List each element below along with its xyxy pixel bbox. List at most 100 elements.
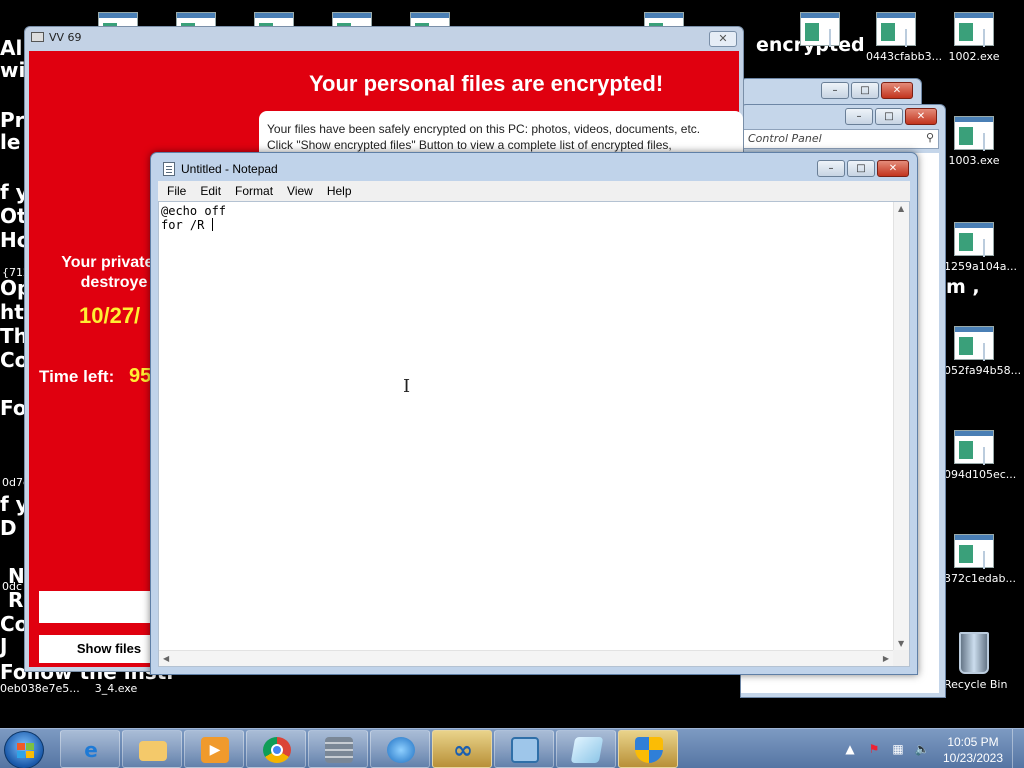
desktop-file-icon[interactable]: 0443cfabb3... (866, 12, 943, 63)
start-button[interactable] (4, 731, 44, 768)
volume-muted-icon[interactable]: 🔈 (914, 741, 930, 757)
bg-ransom-text: le (0, 130, 21, 154)
desktop-file-icon[interactable]: 3_4.exe (86, 682, 146, 695)
taskbar-control-panel[interactable] (494, 730, 554, 768)
menu-help[interactable]: Help (320, 181, 359, 201)
taskbar-chrome[interactable] (246, 730, 306, 768)
file-icon (954, 430, 994, 464)
desktop-file-icon[interactable] (790, 12, 850, 50)
window-app-icon (31, 32, 44, 42)
ransom-message-line: Your files have been safely encrypted on… (267, 122, 701, 136)
ransom-heading: Your personal files are encrypted! (309, 71, 664, 96)
menu-edit[interactable]: Edit (193, 181, 228, 201)
recycle-bin[interactable]: Recycle Bin (944, 632, 1007, 691)
close-button[interactable]: ✕ (905, 108, 937, 125)
internet-explorer-icon: e (84, 738, 98, 762)
window-controls: – □ ✕ (817, 160, 909, 177)
minimize-button[interactable]: – (817, 160, 845, 177)
window-controls: – □ ✕ (845, 108, 937, 125)
desktop-file-label: 1002.exe (948, 50, 1000, 63)
window-title: Untitled - Notepad (181, 162, 278, 176)
close-button[interactable]: ✕ (877, 160, 909, 177)
clock[interactable]: 10:05 PM 10/23/2023 (938, 734, 1008, 766)
ransom-input-field[interactable] (39, 591, 159, 623)
taskbar-windows-explorer[interactable] (122, 730, 182, 768)
desktop-file-label: 372c1edab... (944, 572, 1017, 585)
address-bar[interactable]: Control Panel ⚲ (741, 129, 939, 149)
maximize-button[interactable]: □ (847, 160, 875, 177)
bg-small-text: 0dc (2, 580, 23, 593)
notepad-window[interactable]: Untitled - Notepad – □ ✕ File Edit Forma… (150, 152, 918, 675)
time-left-label: Time left: (39, 367, 115, 386)
menu-file[interactable]: File (160, 181, 193, 201)
time-left-value: 95 (129, 365, 152, 387)
maximize-button[interactable]: □ (851, 82, 879, 99)
address-text: Control Panel (748, 132, 822, 145)
recycle-bin-icon (959, 632, 989, 674)
desktop-file-label: 052fa94b58... (944, 364, 1022, 377)
search-icon[interactable]: ⚲ (926, 131, 934, 144)
minimize-button[interactable]: – (821, 82, 849, 99)
clock-time: 10:05 PM (947, 735, 999, 749)
menu-view[interactable]: View (280, 181, 320, 201)
desktop-file-icon[interactable]: 372c1edab... (944, 534, 1017, 585)
file-icon (954, 326, 994, 360)
maximize-button[interactable]: □ (875, 108, 903, 125)
chevron-up-icon[interactable]: ▲ (842, 741, 858, 757)
desktop-file-icon[interactable]: 0eb038e7e5... (0, 682, 80, 695)
clock-date: 10/23/2023 (942, 751, 1004, 765)
scroll-up-icon[interactable]: ▲ (898, 204, 904, 213)
file-icon (800, 12, 840, 46)
desktop-file-icon[interactable]: 1003.exe (944, 116, 1004, 167)
menu-bar: File Edit Format View Help (158, 181, 910, 201)
control-panel-icon (511, 737, 539, 763)
notepad-icon (570, 737, 604, 763)
menu-format[interactable]: Format (228, 181, 280, 201)
bg-ransom-text: J (0, 634, 8, 658)
taskbar-network[interactable] (370, 730, 430, 768)
notepad-icon (163, 162, 175, 176)
editor-line: for /R (161, 218, 891, 232)
bg-ransom-text: m , (946, 276, 980, 298)
desktop-file-label: 0443cfabb3... (866, 50, 943, 63)
taskbar-notepad[interactable] (556, 730, 616, 768)
file-icon (954, 116, 994, 150)
desktop-file-icon[interactable]: 1002.exe (944, 12, 1004, 63)
taskbar-infinity-app[interactable]: ∞ (432, 730, 492, 768)
minimize-button[interactable]: – (845, 108, 873, 125)
taskbar-firewall[interactable] (308, 730, 368, 768)
taskbar-media-player[interactable]: ▶ (184, 730, 244, 768)
desktop-file-icon[interactable]: 1259a104a... (944, 222, 1017, 273)
scroll-left-icon[interactable]: ◀ (163, 654, 169, 663)
shield-icon (635, 737, 663, 763)
horizontal-scrollbar[interactable]: ◀ ▶ (159, 650, 893, 666)
firewall-icon (325, 737, 353, 763)
file-icon (954, 534, 994, 568)
desktop-file-icon[interactable]: 094d105ec... (944, 430, 1017, 481)
window-controls: – □ ✕ (821, 82, 913, 99)
resize-grip-icon[interactable] (893, 650, 909, 666)
network-icon[interactable]: ▦ (890, 741, 906, 757)
desktop-file-label: 094d105ec... (944, 468, 1017, 481)
file-icon (876, 12, 916, 46)
chrome-icon (263, 737, 291, 763)
file-icon (954, 12, 994, 46)
window-title: VV 69 (49, 31, 82, 44)
desktop-file-icon[interactable]: 052fa94b58... (944, 326, 1022, 377)
taskbar: e ▶ ∞ ▲ ⚑ ▦ 🔈 10:05 PM 10/23/2023 (0, 728, 1024, 768)
taskbar-security[interactable] (618, 730, 678, 768)
text-editor[interactable]: @echo off for /R I ▲ ▼ ◀ ▶ (158, 201, 910, 667)
desktop-file-label: 1259a104a... (944, 260, 1017, 273)
show-desktop-button[interactable] (1012, 729, 1024, 768)
scroll-right-icon[interactable]: ▶ (883, 654, 889, 663)
close-button[interactable]: ✕ (709, 31, 737, 47)
folder-icon (139, 741, 167, 761)
scroll-down-icon[interactable]: ▼ (898, 639, 904, 648)
taskbar-internet-explorer[interactable]: e (60, 730, 120, 768)
close-button[interactable]: ✕ (881, 82, 913, 99)
ransom-message-line: Click "Show encrypted files" Button to v… (267, 138, 672, 152)
ibeam-cursor-icon: I (403, 376, 411, 397)
vertical-scrollbar[interactable]: ▲ ▼ (893, 202, 909, 650)
action-center-icon[interactable]: ⚑ (866, 741, 882, 757)
editor-line: @echo off (161, 204, 227, 218)
